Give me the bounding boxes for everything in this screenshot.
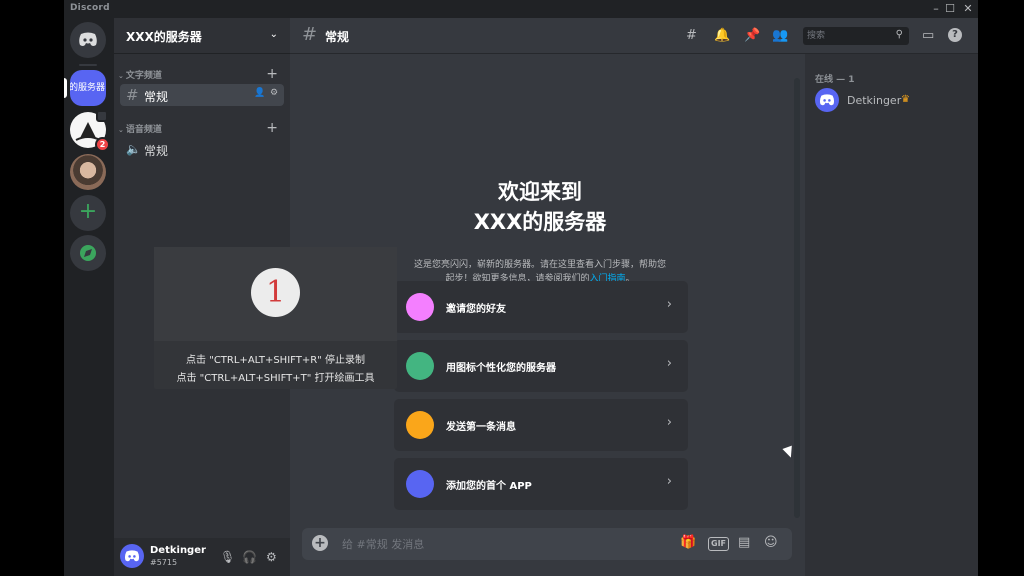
- rail-separator: [79, 64, 97, 66]
- invite-member-icon[interactable]: 👤: [254, 88, 265, 98]
- add-first-app-card[interactable]: 添加您的首个 APP ›: [394, 458, 688, 510]
- open-drawing-tool-hint: 点击 "CTRL+ALT+SHIFT+T" 打开绘画工具: [176, 373, 375, 384]
- card-label: 邀请您的好友: [446, 304, 506, 315]
- server-xxx-label: 的服务器: [70, 83, 106, 93]
- home-button[interactable]: [70, 22, 106, 58]
- user-settings-icon[interactable]: ⚙: [266, 550, 277, 564]
- channel-label: 常规: [144, 144, 169, 158]
- send-first-message-card[interactable]: 发送第一条消息 ›: [394, 399, 688, 451]
- card-label: 发送第一条消息: [446, 422, 516, 433]
- emoji-icon[interactable]: ☺: [764, 535, 778, 550]
- inbox-icon[interactable]: ▭: [922, 28, 934, 43]
- recording-overlay: 1 点击 "CTRL+ALT+SHIFT+R" 停止录制 点击 "CTRL+AL…: [154, 247, 397, 389]
- search-icon: ⚲: [895, 29, 903, 40]
- server-xxx-button[interactable]: 的服务器: [70, 70, 106, 106]
- category-voice-channels[interactable]: ⌄ 语音频道: [118, 122, 162, 135]
- sticker-icon[interactable]: ▤: [738, 535, 750, 550]
- discord-logo-icon: [79, 32, 97, 46]
- card-label: 用图标个性化您的服务器: [446, 363, 556, 374]
- message-composer: + 🎁 GIF ▤ ☺: [302, 528, 792, 560]
- server-2-mini-icon: [96, 110, 108, 122]
- member-group-heading: 在线 — 1: [815, 75, 855, 85]
- user-panel: Detkinger #5715 🎙 🎧 ⚙: [114, 538, 290, 576]
- speaker-icon: 🔈: [126, 142, 141, 156]
- message-icon: [406, 411, 434, 439]
- search-input[interactable]: [807, 29, 887, 43]
- app-name: Discord: [70, 3, 110, 13]
- channel-general-text[interactable]: # 常规 👤 ⚙: [120, 84, 284, 106]
- add-attachment-button[interactable]: +: [312, 535, 328, 551]
- category-label: 语音频道: [125, 125, 162, 135]
- title-bar: Discord – ☐ ✕: [64, 0, 978, 18]
- member-avatar: [815, 88, 839, 112]
- server-2-badge: 2: [95, 137, 110, 152]
- card-label: 添加您的首个 APP: [446, 481, 532, 492]
- personalize-server-card[interactable]: 用图标个性化您的服务器 ›: [394, 340, 688, 392]
- channel-title: 常规: [325, 30, 350, 44]
- gear-icon[interactable]: ⚙: [270, 88, 278, 98]
- server-2-button[interactable]: 2: [70, 110, 110, 152]
- user-avatar[interactable]: [120, 544, 144, 568]
- message-input[interactable]: [342, 536, 642, 552]
- pin-icon[interactable]: 📌: [744, 28, 760, 43]
- stop-recording-hint: 点击 "CTRL+ALT+SHIFT+R" 停止录制: [186, 355, 365, 366]
- hash-icon: #: [302, 24, 318, 45]
- channel-general-voice[interactable]: 🔈 常规: [120, 138, 284, 160]
- recording-step-number: 1: [251, 268, 300, 317]
- user-tag: #5715: [150, 558, 178, 567]
- maximize-button[interactable]: ☐: [942, 1, 958, 17]
- channel-topbar: # 常规 # 🔔 📌 👥 ⚲ ▭ ?: [290, 18, 978, 54]
- close-button[interactable]: ✕: [960, 1, 976, 17]
- welcome-title-line2: XXX的服务器: [473, 210, 607, 234]
- chevron-right-icon: ›: [666, 297, 672, 312]
- add-voice-channel-button[interactable]: +: [266, 121, 278, 135]
- active-server-indicator: [64, 78, 67, 98]
- discord-logo-icon: [124, 550, 140, 562]
- overlay-top: 1: [154, 247, 397, 341]
- server-rail: 的服务器 2 +: [64, 18, 114, 576]
- threads-icon[interactable]: #: [686, 28, 697, 43]
- explore-servers-button[interactable]: [70, 235, 106, 271]
- username: Detkinger: [150, 545, 206, 556]
- welcome-title-line1: 欢迎来到: [498, 180, 582, 204]
- chevron-right-icon: ›: [666, 474, 672, 489]
- member-list-icon[interactable]: 👥: [772, 28, 788, 43]
- invite-icon: [406, 293, 434, 321]
- collapse-arrow-icon: ⌄: [118, 72, 124, 80]
- search-box[interactable]: ⚲: [803, 27, 909, 45]
- member-list: 在线 — 1 Detkinger ♛: [805, 54, 978, 576]
- app-icon: [406, 470, 434, 498]
- personalize-icon: [406, 352, 434, 380]
- microphone-icon[interactable]: 🎙: [220, 550, 235, 564]
- server-3-button[interactable]: [70, 154, 106, 190]
- channel-label: 常规: [144, 90, 169, 104]
- headphones-icon[interactable]: 🎧: [242, 550, 257, 564]
- invite-friends-card[interactable]: 邀请您的好友 ›: [394, 281, 688, 333]
- member-name: Detkinger: [847, 94, 902, 107]
- gif-button[interactable]: GIF: [708, 537, 730, 551]
- welcome-desc-line1: 这是您亮闪闪，崭新的服务器。请在这里查看入门步骤，帮助您: [413, 260, 666, 270]
- chevron-right-icon: ›: [666, 415, 672, 430]
- help-icon[interactable]: ?: [948, 28, 962, 42]
- collapse-arrow-icon: ⌄: [118, 126, 124, 134]
- notification-bell-icon[interactable]: 🔔: [714, 28, 730, 43]
- add-server-button[interactable]: +: [70, 195, 106, 231]
- discord-logo-icon: [819, 94, 835, 106]
- chevron-down-icon: ⌄: [269, 29, 278, 40]
- compass-icon: [80, 245, 96, 261]
- add-text-channel-button[interactable]: +: [266, 67, 278, 81]
- member-item[interactable]: Detkinger ♛: [815, 88, 965, 114]
- chevron-right-icon: ›: [666, 356, 672, 371]
- hash-icon: #: [126, 86, 139, 104]
- gift-icon[interactable]: 🎁: [680, 535, 696, 550]
- server-name: XXX的服务器: [126, 30, 202, 44]
- category-label: 文字频道: [125, 71, 162, 81]
- server-header[interactable]: XXX的服务器 ⌄: [114, 18, 290, 54]
- crown-icon: ♛: [901, 94, 910, 105]
- category-text-channels[interactable]: ⌄ 文字频道: [118, 68, 162, 81]
- chat-scrollbar[interactable]: [794, 78, 800, 518]
